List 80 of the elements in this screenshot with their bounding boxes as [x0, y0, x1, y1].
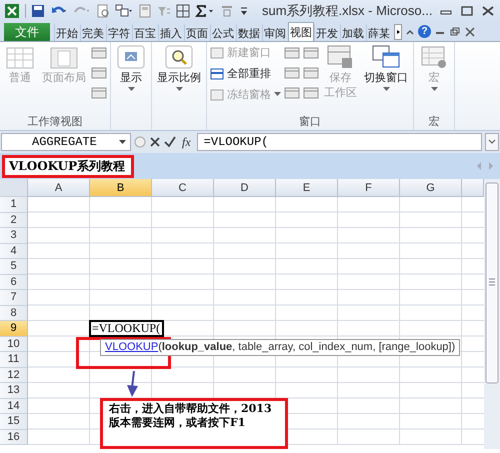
insert-function-button[interactable]: fx	[179, 134, 194, 150]
row-header[interactable]: 4	[0, 244, 28, 259]
window-icon	[303, 46, 319, 60]
window-title: sum系列教程.xlsx - Microso...	[262, 2, 433, 20]
arrow-icon	[126, 370, 140, 398]
ribbon-button[interactable]: 切换窗口	[362, 44, 410, 114]
window-icon	[284, 66, 300, 80]
window-icon	[303, 66, 319, 80]
column-header[interactable]: G	[400, 179, 462, 197]
sum-icon[interactable]	[195, 4, 215, 18]
formula-field[interactable]: =VLOOKUP(	[196, 133, 482, 151]
callout-note: 右击，进入自带帮助文件，2013版本需要连网，或者按下F1	[100, 398, 288, 449]
row-header[interactable]: 5	[0, 259, 28, 274]
show-icon	[116, 44, 146, 70]
scrollbar[interactable]	[484, 179, 500, 449]
function-link[interactable]: VLOOKUP	[105, 341, 158, 353]
window-icon	[91, 46, 107, 60]
ribbon-tab[interactable]: 视图	[288, 22, 314, 41]
column-header[interactable]: F	[338, 179, 400, 197]
row-header[interactable]: 1	[0, 197, 28, 212]
title-label: VLOOKUP系列教程	[2, 155, 134, 178]
function-tooltip: VLOOKUP(lookup_value, table_array, col_index_num, [range_lookup])	[100, 339, 460, 356]
save-icon[interactable]	[31, 4, 45, 18]
window-icon	[284, 46, 300, 60]
name-box[interactable]: AGGREGATE	[1, 133, 131, 151]
window-icon	[284, 86, 300, 100]
ribbon-button[interactable]: 显示比例	[155, 44, 203, 114]
group-label: 工作簿视图	[26, 115, 84, 130]
check-icon[interactable]	[164, 136, 176, 148]
window-icon	[91, 86, 107, 100]
close-icon[interactable]	[464, 26, 476, 36]
row-header[interactable]: 9	[0, 321, 28, 336]
column-header[interactable]: C	[152, 179, 214, 197]
row-header[interactable]: 12	[0, 368, 28, 383]
window-icon	[210, 46, 224, 58]
scroll-right-icon[interactable]	[394, 24, 402, 40]
window-icon	[210, 68, 224, 80]
row-header[interactable]: 10	[0, 336, 28, 352]
row-header[interactable]: 16	[0, 430, 28, 445]
cancel-icon[interactable]	[149, 136, 161, 148]
ribbon-button[interactable]: 全部重排	[210, 65, 281, 82]
caret-icon	[128, 87, 134, 92]
file-tab[interactable]: 文件	[4, 23, 50, 41]
active-cell[interactable]: =VLOOKUP(	[89, 320, 164, 337]
window-icon	[303, 86, 319, 100]
zoom-icon	[164, 44, 194, 70]
caret-icon	[382, 87, 390, 92]
column-header[interactable]: B	[90, 179, 152, 197]
caret-icon	[119, 140, 126, 144]
restore-icon[interactable]	[449, 26, 461, 36]
row-header[interactable]: 7	[0, 290, 28, 306]
close-icon[interactable]	[480, 5, 496, 17]
group-label: 宏	[428, 114, 440, 130]
expand-icon[interactable]	[485, 133, 499, 151]
row-header[interactable]: 11	[0, 352, 28, 368]
ribbon-button[interactable]: 显示	[114, 44, 148, 114]
circle-icon	[134, 136, 146, 148]
switch-icon	[371, 44, 401, 70]
window-icon	[91, 66, 107, 80]
help-button[interactable]: ?	[418, 25, 431, 38]
row-header[interactable]: 15	[0, 414, 28, 430]
row-header[interactable]: 3	[0, 228, 28, 244]
caret-icon	[430, 87, 438, 92]
row-header[interactable]: 8	[0, 306, 28, 321]
caret-icon	[274, 92, 281, 97]
layout-icon[interactable]	[115, 4, 133, 18]
group-label: 窗口	[298, 114, 322, 130]
window-icon	[210, 88, 224, 100]
borders-icon[interactable]	[176, 4, 190, 18]
row-header[interactable]: 2	[0, 212, 28, 228]
column-header[interactable]: D	[214, 179, 276, 197]
macro-icon	[419, 44, 449, 70]
row-header[interactable]: 13	[0, 383, 28, 398]
maximize-icon[interactable]	[459, 5, 475, 17]
row-header[interactable]: 14	[0, 398, 28, 414]
row-header[interactable]: 6	[0, 274, 28, 290]
column-header[interactable]: E	[276, 179, 338, 197]
print-preview-icon[interactable]	[96, 4, 110, 18]
caret-icon	[176, 87, 182, 92]
column-header[interactable]: A	[28, 179, 90, 197]
